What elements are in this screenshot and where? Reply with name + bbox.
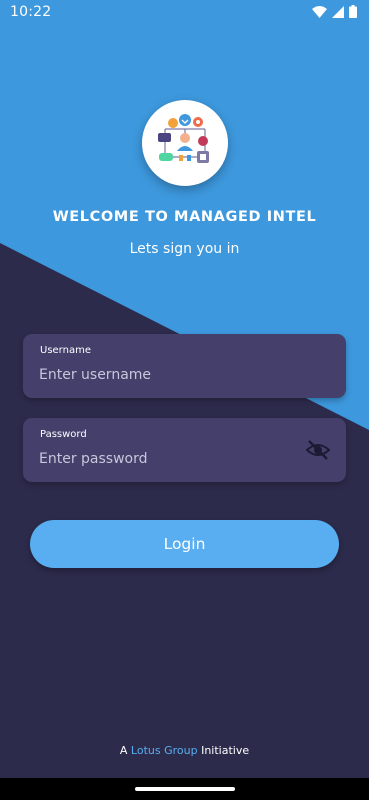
username-label: Username — [40, 345, 91, 356]
system-navigation-bar — [0, 778, 369, 800]
status-icons — [312, 5, 357, 22]
battery-icon — [349, 5, 357, 22]
login-button[interactable]: Login — [30, 520, 339, 568]
password-field[interactable]: Password — [23, 418, 346, 482]
footer-brand-link[interactable]: Lotus Group — [131, 744, 198, 757]
eye-off-icon[interactable] — [305, 439, 331, 461]
footer-attribution: A Lotus Group Initiative — [0, 744, 369, 757]
team-network-icon — [158, 114, 209, 163]
status-bar: 10:22 — [0, 0, 369, 24]
app-logo — [142, 100, 228, 186]
footer-prefix: A — [119, 744, 128, 757]
wifi-icon — [312, 5, 327, 22]
username-field[interactable]: Username — [23, 334, 346, 398]
footer-suffix: Initiative — [201, 744, 250, 757]
password-input[interactable] — [39, 449, 289, 469]
welcome-title: WELCOME TO MANAGED INTEL — [52, 209, 317, 225]
home-gesture-handle[interactable] — [135, 787, 235, 791]
password-label: Password — [40, 429, 87, 440]
signal-icon — [332, 5, 344, 22]
username-input[interactable] — [39, 365, 289, 385]
status-time: 10:22 — [10, 4, 52, 20]
welcome-subtitle: Lets sign you in — [129, 241, 240, 257]
